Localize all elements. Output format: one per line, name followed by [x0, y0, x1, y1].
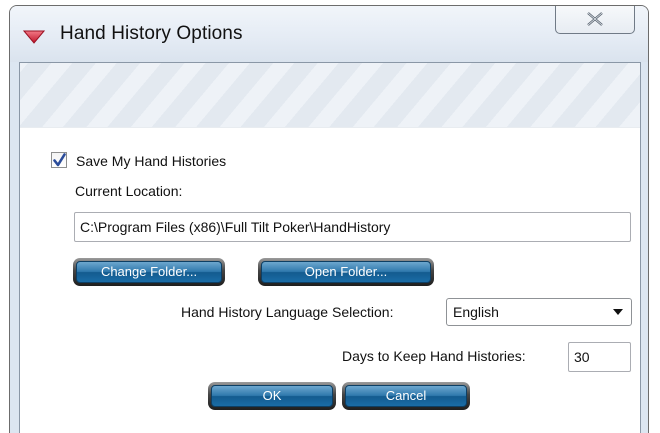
save-hand-histories-label[interactable]: Save My Hand Histories — [76, 153, 226, 169]
close-x-icon — [587, 12, 603, 26]
language-selection-label: Hand History Language Selection: — [181, 304, 394, 320]
window-title: Hand History Options — [60, 23, 243, 44]
ok-button-label: OK — [211, 385, 333, 407]
save-hand-histories-checkbox[interactable] — [51, 152, 67, 168]
days-to-keep-label: Days to Keep Hand Histories: — [342, 348, 526, 364]
header-banner — [20, 63, 640, 128]
change-folder-button-label: Change Folder... — [76, 261, 222, 283]
current-location-field[interactable]: C:\Program Files (x86)\Full Tilt Poker\H… — [74, 212, 631, 242]
options-panel: Save My Hand Histories Current Location:… — [19, 62, 641, 433]
checkmark-icon — [53, 153, 66, 167]
days-to-keep-field[interactable]: 30 — [568, 342, 631, 372]
change-folder-button[interactable]: Change Folder... — [73, 258, 225, 286]
open-folder-button-label: Open Folder... — [261, 261, 431, 283]
cancel-button[interactable]: Cancel — [342, 382, 470, 410]
current-location-label: Current Location: — [75, 183, 183, 199]
red-triangle-icon — [22, 30, 46, 44]
hand-history-options-window: Hand History Options Save My Hand Histor… — [9, 5, 649, 433]
chevron-down-icon — [613, 309, 623, 315]
language-select[interactable]: English — [446, 298, 632, 326]
close-button[interactable] — [555, 6, 635, 34]
title-bar[interactable]: Hand History Options — [10, 6, 648, 62]
ok-button[interactable]: OK — [208, 382, 336, 410]
cancel-button-label: Cancel — [345, 385, 467, 407]
open-folder-button[interactable]: Open Folder... — [258, 258, 434, 286]
language-select-value: English — [453, 304, 499, 320]
